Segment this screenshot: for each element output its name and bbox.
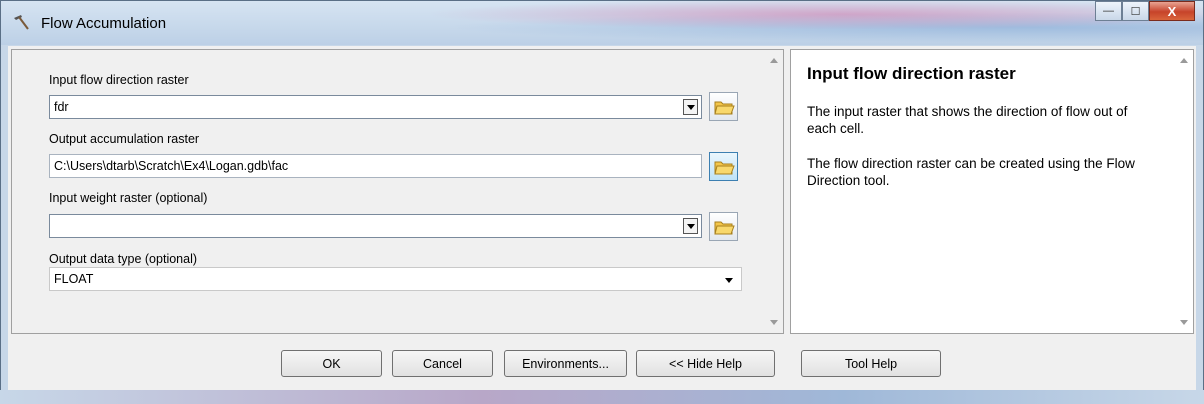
minimize-icon: —	[1103, 5, 1114, 17]
dialog-client: Input flow direction raster fdr Output a…	[8, 46, 1196, 391]
scroll-down-icon[interactable]	[770, 320, 778, 325]
hide-help-button[interactable]: << Hide Help	[636, 350, 775, 377]
tool-help-button[interactable]: Tool Help	[801, 350, 941, 377]
button-bar: OK Cancel Environments... << Hide Help T…	[8, 334, 1196, 391]
scroll-up-icon[interactable]	[1180, 58, 1188, 63]
output-data-type-label: Output data type (optional)	[49, 252, 198, 266]
chevron-down-icon[interactable]	[683, 218, 698, 234]
input-weight-label: Input weight raster (optional)	[49, 191, 208, 205]
help-scrollbar[interactable]	[1176, 50, 1193, 333]
input-weight-dropdown[interactable]	[49, 214, 702, 238]
hammer-icon	[14, 15, 29, 30]
flow-accumulation-window: Flow Accumulation — ☐ X Input flow direc…	[0, 0, 1204, 404]
parameters-panel: Input flow direction raster fdr Output a…	[11, 49, 784, 334]
output-accumulation-input[interactable]: C:\Users\dtarb\Scratch\Ex4\Logan.gdb\fac	[49, 154, 702, 178]
output-accumulation-label: Output accumulation raster	[49, 132, 200, 146]
close-icon: X	[1167, 3, 1177, 19]
output-accumulation-value: C:\Users\dtarb\Scratch\Ex4\Logan.gdb\fac	[54, 159, 289, 173]
maximize-button[interactable]: ☐	[1122, 1, 1149, 21]
input-flow-direction-dropdown[interactable]: fdr	[49, 95, 702, 119]
cancel-button[interactable]: Cancel	[392, 350, 493, 377]
input-flow-direction-label: Input flow direction raster	[49, 73, 189, 87]
chevron-down-icon	[725, 278, 733, 283]
environments-button[interactable]: Environments...	[504, 350, 627, 377]
output-data-type-select[interactable]: FLOAT	[49, 267, 742, 291]
maximize-icon: ☐	[1130, 5, 1141, 18]
help-panel: Input flow direction raster The input ra…	[790, 49, 1194, 334]
close-button[interactable]: X	[1149, 1, 1195, 21]
help-paragraph: The input raster that shows the directio…	[807, 104, 1128, 136]
desktop-background	[0, 390, 1204, 404]
help-paragraph: The flow direction raster can be created…	[807, 156, 1135, 188]
folder-open-icon	[714, 161, 735, 175]
browse-input-weight-button[interactable]	[709, 212, 738, 241]
ok-button[interactable]: OK	[281, 350, 382, 377]
browse-input-flow-direction-button[interactable]	[709, 92, 738, 121]
output-data-type-value: FLOAT	[54, 272, 94, 286]
folder-open-icon	[714, 101, 735, 115]
chevron-down-icon[interactable]	[683, 99, 698, 115]
folder-open-icon	[714, 221, 735, 235]
scroll-down-icon[interactable]	[1180, 320, 1188, 325]
parameters-scrollbar[interactable]	[766, 50, 783, 333]
input-flow-direction-value: fdr	[54, 100, 69, 114]
caption-buttons: — ☐ X	[1095, 1, 1195, 21]
scroll-up-icon[interactable]	[770, 58, 778, 63]
help-title: Input flow direction raster	[807, 64, 1016, 83]
minimize-button[interactable]: —	[1095, 1, 1122, 21]
browse-output-accumulation-button[interactable]	[709, 152, 738, 181]
window-title: Flow Accumulation	[41, 15, 167, 32]
title-bar[interactable]: Flow Accumulation — ☐ X	[1, 1, 1203, 45]
